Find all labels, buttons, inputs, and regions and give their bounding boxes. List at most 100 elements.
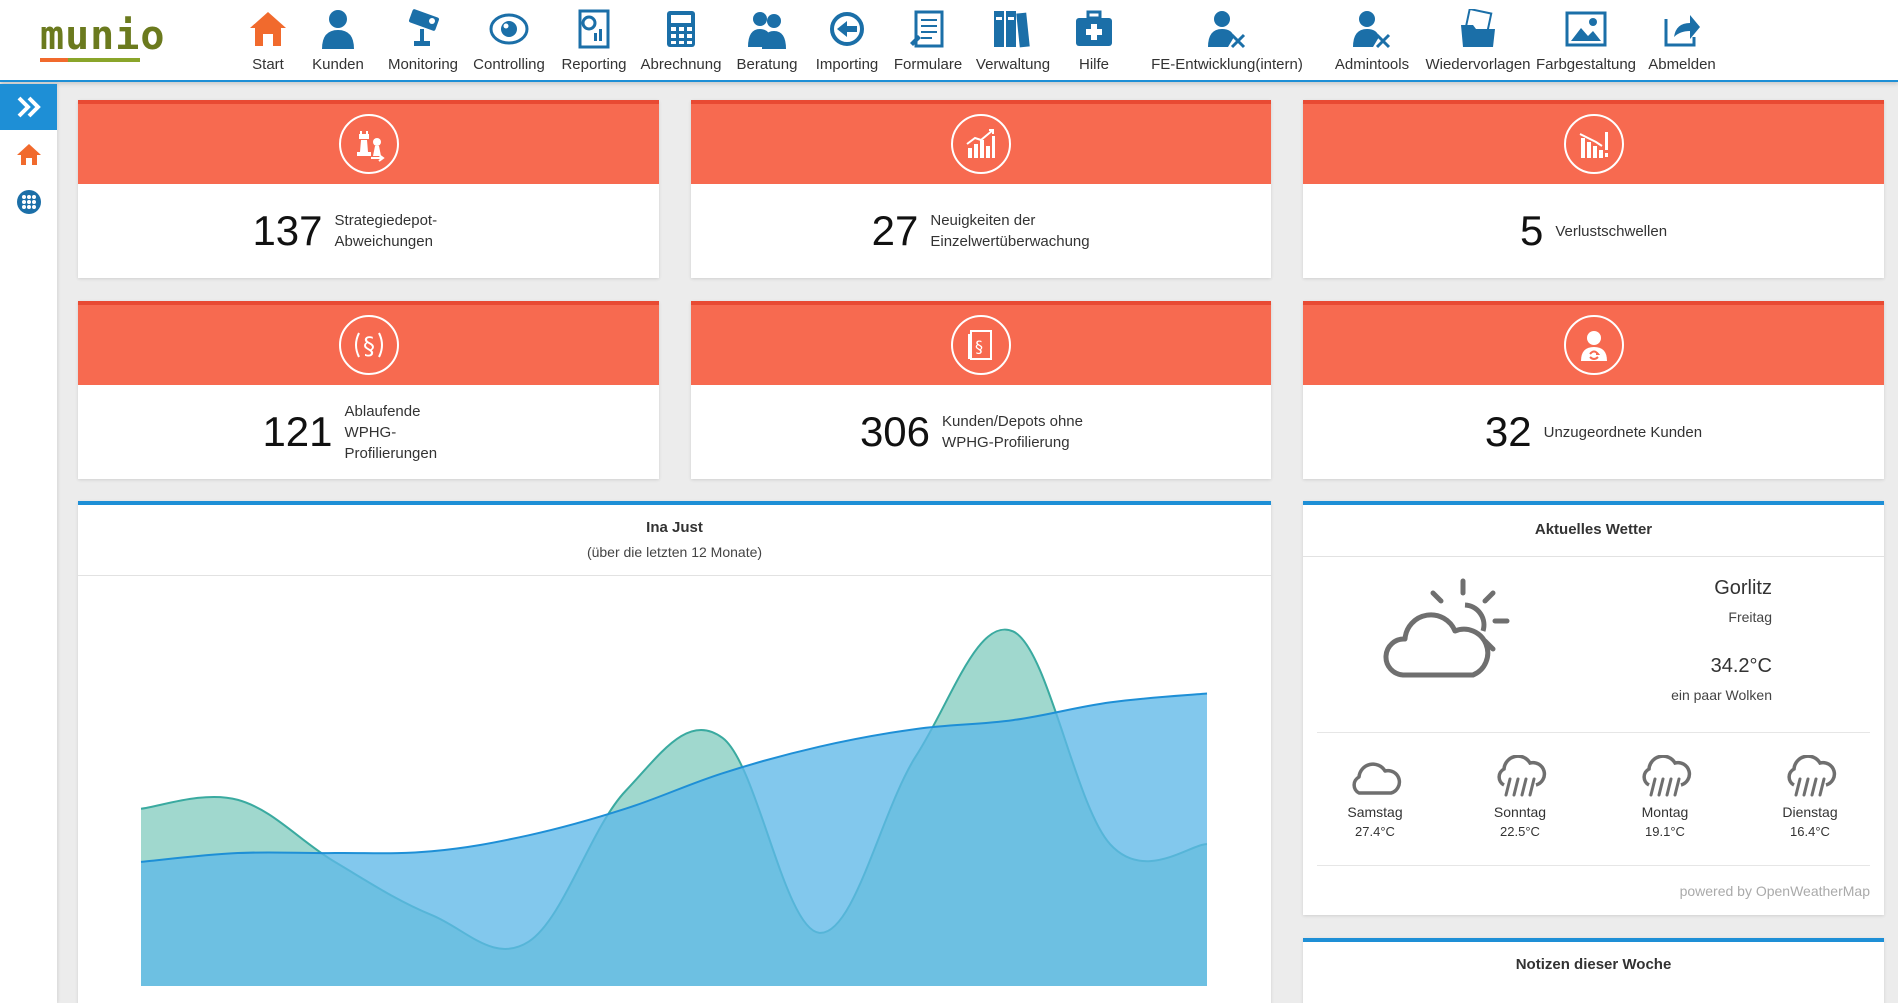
forecast-day-name: Samstag: [1347, 804, 1403, 820]
card-body: 121 Ablaufende WPHG-Profilierungen: [78, 385, 659, 479]
bar-chart-icon: [951, 114, 1011, 174]
chess-icon: [338, 114, 399, 174]
area-chart: [140, 628, 1208, 986]
nav-admintools[interactable]: Admintools: [1322, 0, 1422, 80]
nav-importing[interactable]: Importing: [808, 0, 886, 80]
notes-title: Notizen dieser Woche: [1515, 956, 1672, 973]
image-icon: [1563, 6, 1609, 52]
home-icon: [245, 6, 291, 52]
card-label: Unzugeordnete Kunden: [1543, 423, 1703, 441]
nav-fe-entwicklung[interactable]: FE-Entwicklung(intern): [1132, 0, 1322, 80]
import-icon: [824, 6, 870, 52]
nav-controlling[interactable]: Controlling: [466, 0, 552, 80]
nav-label: Controlling: [473, 56, 545, 73]
sidebar-item-home[interactable]: [0, 130, 57, 178]
notes-panel: Notizen dieser Woche: [1303, 938, 1884, 1003]
nav-label: Formulare: [893, 56, 963, 73]
forecast-temp: 27.4°C: [1355, 824, 1395, 839]
top-navigation-bar: munio Start Kunden Monitoring Controllin…: [0, 0, 1898, 82]
card-value: 27: [871, 207, 919, 254]
cloud-icon: [1352, 762, 1402, 795]
consulting-icon: [744, 6, 790, 52]
weather-day: Freitag: [1728, 609, 1772, 625]
card-verlustschwellen[interactable]: 5 Verlustschwellen: [1303, 100, 1884, 278]
forecast-day-name: Dienstag: [1782, 804, 1838, 820]
card-header: [691, 100, 1271, 184]
apps-grid-icon: [16, 190, 41, 214]
card-label: Neuigkeiten der Einzelwertüberwachung: [930, 212, 1090, 250]
card-strategiedepot[interactable]: 137 Strategiedepot-Abweichungen: [78, 100, 659, 278]
chart-header: Ina Just (über die letzten 12 Monate): [78, 505, 1271, 576]
nav-label: Abmelden: [1648, 56, 1716, 73]
nav-label: Abrechnung: [640, 56, 722, 73]
weather-credit-link[interactable]: powered by OpenWeatherMap: [1680, 883, 1870, 899]
sidebar-toggle-button[interactable]: [0, 84, 57, 130]
nav-wiedervorlagen[interactable]: Wiedervorlagen: [1422, 0, 1534, 80]
weather-header: Aktuelles Wetter: [1303, 505, 1884, 557]
rain-icon: [1497, 754, 1547, 797]
weather-description: ein paar Wolken: [1671, 687, 1772, 703]
nav-label: FE-Entwicklung(intern): [1151, 56, 1303, 73]
nav-formulare[interactable]: Formulare: [886, 0, 970, 80]
card-ohne-wphg[interactable]: § 306 Kunden/Depots ohne WPHG-Profilieru…: [691, 301, 1271, 479]
nav-beratung[interactable]: Beratung: [726, 0, 808, 80]
divider: [1317, 865, 1870, 866]
nav-label: Wiedervorlagen: [1425, 56, 1531, 73]
rain-icon: [1787, 754, 1837, 797]
nav-label: Kunden: [312, 56, 364, 73]
svg-text:§: §: [975, 337, 983, 356]
forecast-temp: 19.1°C: [1645, 824, 1685, 839]
nav-kunden[interactable]: Kunden: [296, 0, 380, 80]
logo-text: munio: [40, 13, 166, 59]
eye-icon: [486, 6, 532, 52]
forecast-temp: 16.4°C: [1790, 824, 1830, 839]
sidebar-item-apps[interactable]: [0, 178, 57, 226]
forecast-day: Montag 19.1°C: [1615, 754, 1715, 839]
rain-icon: [1642, 754, 1692, 797]
card-unzugeordnet[interactable]: 32 Unzugeordnete Kunden: [1303, 301, 1884, 479]
notes-header: Notizen dieser Woche: [1303, 942, 1884, 973]
weather-title: Aktuelles Wetter: [1534, 521, 1653, 538]
chart-panel: Ina Just (über die letzten 12 Monate): [78, 501, 1271, 1003]
card-header: [78, 100, 659, 184]
card-body: 137 Strategiedepot-Abweichungen: [78, 184, 659, 278]
forecast-day-name: Sonntag: [1493, 804, 1547, 820]
card-value: 121: [262, 408, 333, 455]
nav-verwaltung[interactable]: Verwaltung: [970, 0, 1056, 80]
card-value: 306: [859, 408, 931, 455]
nav-reporting[interactable]: Reporting: [552, 0, 636, 80]
card-label: Verlustschwellen: [1555, 222, 1668, 240]
nav-abrechnung[interactable]: Abrechnung: [636, 0, 726, 80]
nav-label: Farbgestaltung: [1535, 56, 1637, 73]
paragraph-icon: §: [338, 315, 399, 375]
divider: [1317, 732, 1870, 733]
nav-label: Beratung: [736, 56, 798, 73]
form-icon: [905, 6, 951, 52]
nav-label: Monitoring: [387, 56, 459, 73]
nav-farbgestaltung[interactable]: Farbgestaltung: [1534, 0, 1638, 80]
card-einzelwert[interactable]: 27 Neuigkeiten der Einzelwertüberwachung: [691, 100, 1271, 278]
dev-tools-icon: [1204, 6, 1250, 52]
card-header: [1303, 301, 1884, 385]
nav-start[interactable]: Start: [240, 0, 296, 80]
unassigned-user-icon: [1563, 315, 1624, 375]
binders-icon: [990, 6, 1036, 52]
user-icon: [315, 6, 361, 52]
nav-hilfe[interactable]: Hilfe: [1056, 0, 1132, 80]
munio-logo[interactable]: munio: [40, 13, 166, 62]
card-value: 137: [252, 207, 323, 254]
nav-abmelden[interactable]: Abmelden: [1638, 0, 1726, 80]
admin-tools-icon: [1349, 6, 1395, 52]
card-body: 27 Neuigkeiten der Einzelwertüberwachung: [691, 184, 1271, 278]
forecast-day: Samstag 27.4°C: [1325, 755, 1425, 839]
card-wphg-ablaufend[interactable]: § 121 Ablaufende WPHG-Profilierungen: [78, 301, 659, 479]
card-label: Ablaufende WPHG-Profilierungen: [344, 402, 438, 462]
card-value: 5: [1519, 207, 1544, 254]
nav-monitoring[interactable]: Monitoring: [380, 0, 466, 80]
forecast-day-name: Montag: [1641, 804, 1689, 820]
camera-icon: [400, 6, 446, 52]
calculator-icon: [658, 6, 704, 52]
card-header: [1303, 100, 1884, 184]
forecast-day: Sonntag 22.5°C: [1470, 754, 1570, 839]
double-chevron-right-icon: [17, 96, 41, 118]
